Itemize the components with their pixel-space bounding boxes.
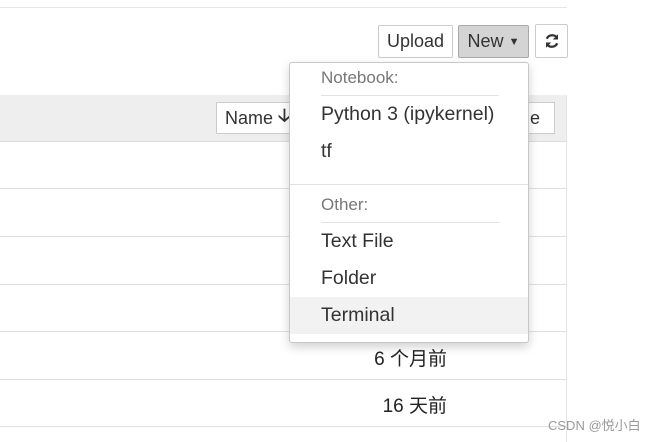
list-right-border xyxy=(566,95,567,442)
menu-item-python3-kernel[interactable]: Python 3 (ipykernel) xyxy=(290,96,528,133)
sort-modified-label: e xyxy=(529,107,540,128)
modified-time: 16 天前 xyxy=(382,396,447,417)
caret-down-icon: ▼ xyxy=(508,35,520,48)
refresh-icon xyxy=(545,34,558,48)
notebook-section-header: Notebook: xyxy=(321,68,399,87)
menu-divider xyxy=(290,184,528,185)
upload-button-label: Upload xyxy=(386,31,445,51)
menu-item-text-file[interactable]: Text File xyxy=(290,223,528,260)
refresh-button[interactable] xyxy=(535,24,568,58)
menu-item-label: Terminal xyxy=(321,304,395,326)
top-divider xyxy=(0,7,567,8)
upload-button[interactable]: Upload xyxy=(378,25,453,58)
menu-item-tf-kernel[interactable]: tf xyxy=(290,133,528,170)
menu-item-label: tf xyxy=(321,140,332,162)
new-dropdown-menu: Notebook: Python 3 (ipykernel) tf Other:… xyxy=(289,62,529,343)
watermark: CSDN @悦小白 xyxy=(548,418,641,433)
menu-item-terminal[interactable]: Terminal xyxy=(290,297,528,334)
new-button-label: New xyxy=(467,31,504,51)
other-section-header: Other: xyxy=(321,195,369,214)
menu-item-label: Python 3 (ipykernel) xyxy=(321,103,495,125)
sort-name-label: Name xyxy=(225,107,274,128)
modified-time: 6 个月前 xyxy=(374,349,447,370)
menu-item-label: Text File xyxy=(321,230,394,252)
menu-item-label: Folder xyxy=(321,267,377,289)
list-item[interactable]: 16 天前 xyxy=(0,380,566,427)
menu-item-folder[interactable]: Folder xyxy=(290,260,528,297)
new-dropdown-button[interactable]: New ▼ xyxy=(458,25,529,58)
